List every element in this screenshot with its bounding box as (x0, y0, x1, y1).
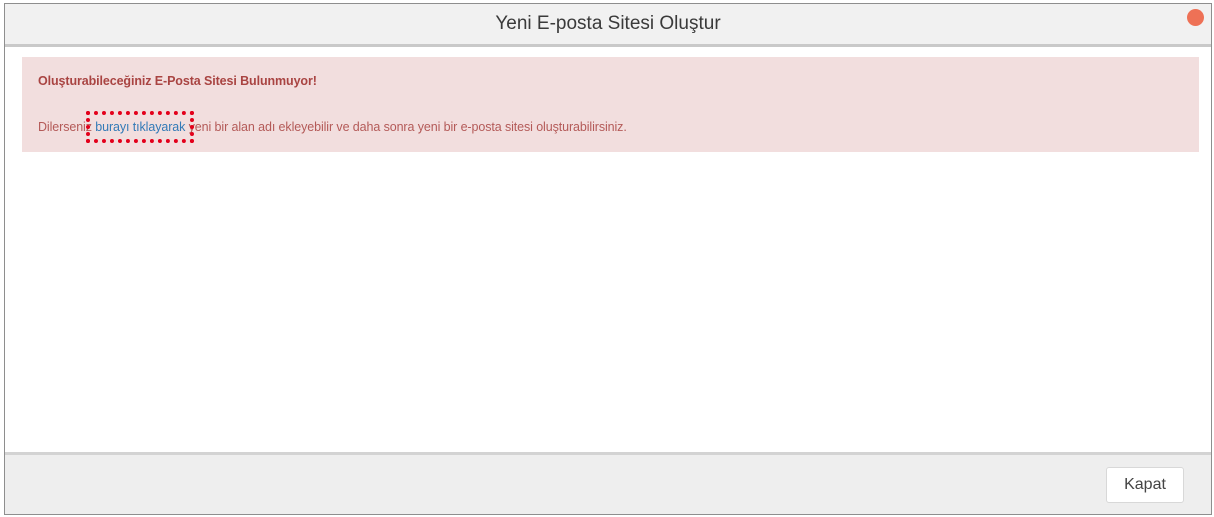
error-alert: Oluşturabileceğiniz E-Posta Sitesi Bulun… (22, 57, 1199, 152)
alert-text-before: Dilerseniz (38, 120, 96, 134)
alert-text-after: yeni bir alan adı ekleyebilir ve daha so… (185, 120, 627, 134)
close-dot-icon[interactable] (1187, 9, 1204, 26)
dialog-title: Yeni E-posta Sitesi Oluştur (495, 13, 721, 34)
new-email-site-dialog: Yeni E-posta Sitesi Oluştur Oluşturabile… (4, 3, 1212, 515)
alert-title: Oluşturabileceğiniz E-Posta Sitesi Bulun… (38, 74, 317, 88)
add-domain-link[interactable]: burayı tıklayarak (86, 111, 195, 143)
close-button[interactable]: Kapat (1106, 467, 1184, 503)
dialog-footer: Kapat (5, 452, 1211, 514)
dialog-header: Yeni E-posta Sitesi Oluştur (5, 4, 1211, 47)
alert-message: Dilerseniz burayı tıklayarak yeni bir al… (38, 111, 627, 143)
